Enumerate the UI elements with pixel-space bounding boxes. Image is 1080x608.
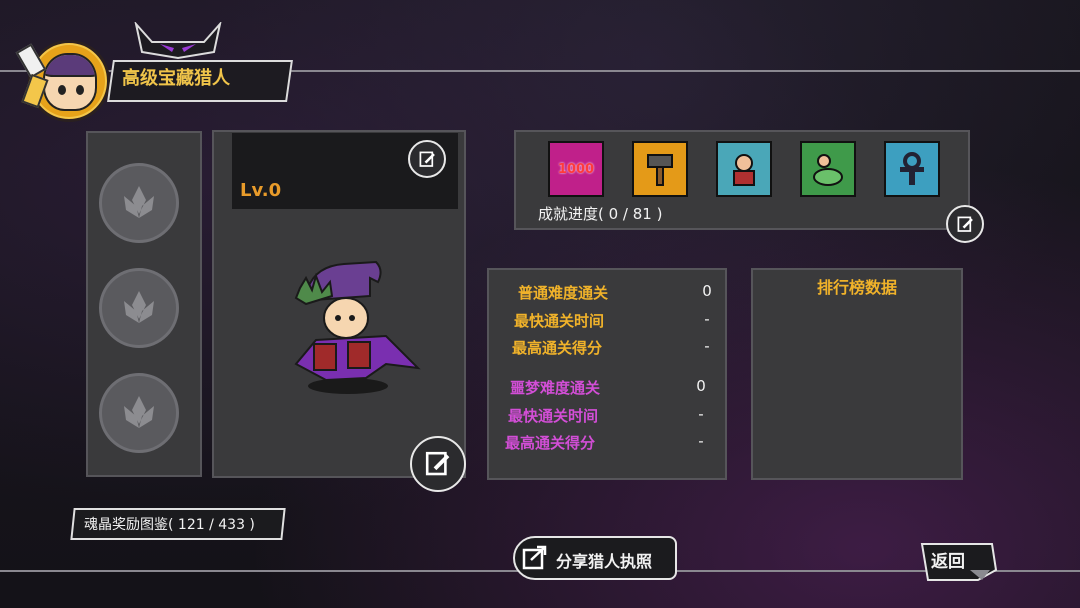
normal-clear-value: 0	[702, 282, 712, 300]
soul-crystal-gallery-text: 魂晶奖励图鉴( 121 / 433 )	[84, 517, 255, 533]
nightmare-fastest-value: -	[698, 405, 704, 423]
hammer-icon[interactable]	[632, 141, 688, 197]
normal-score-value: -	[704, 337, 710, 355]
ankh-icon[interactable]	[884, 141, 940, 197]
normal-fastest-label: 最快通关时间	[514, 312, 605, 330]
edit-icon	[419, 151, 435, 167]
achievement-progress: 成就进度( 0 / 81 )	[538, 205, 663, 223]
hammer-glyph-icon	[647, 154, 673, 186]
hero-character	[294, 260, 421, 394]
back-button-label: 返回	[931, 552, 965, 572]
edit-icon	[426, 452, 450, 476]
normal-fastest-value: -	[704, 310, 710, 328]
edit-appearance-button[interactable]	[410, 436, 466, 492]
nightmare-score-value: -	[698, 432, 704, 450]
lotus-icon	[124, 396, 154, 428]
nightmare-fastest-label: 最快通关时间	[508, 407, 599, 425]
demon-horns-icon	[134, 22, 222, 60]
ranking-title: 排行榜数据	[816, 278, 897, 297]
rune-slot-3[interactable]	[99, 373, 179, 453]
dino-glyph-icon	[813, 154, 843, 186]
ankh-glyph-icon	[900, 152, 924, 185]
page-title: 高级宝藏猎人	[122, 68, 230, 89]
normal-clear-label: 普通难度通关	[518, 284, 609, 302]
edit-icon	[957, 216, 973, 232]
lotus-icon	[124, 291, 154, 323]
rune-slot-1[interactable]	[99, 163, 179, 243]
level-text: Lv.0	[240, 180, 282, 201]
lotus-icon	[124, 186, 154, 218]
fighter-glyph-icon	[733, 154, 755, 186]
nightmare-clear-label: 噩梦难度通关	[510, 379, 601, 397]
edit-name-button[interactable]	[408, 140, 446, 178]
share-icon	[522, 545, 547, 570]
avatar-face	[43, 53, 97, 111]
fighter-icon[interactable]	[716, 141, 772, 197]
rune-slot-2[interactable]	[99, 268, 179, 348]
dinosaur-rider-icon[interactable]	[800, 141, 856, 197]
share-license-label: 分享猎人执照	[556, 552, 653, 571]
nightmare-score-label: 最高通关得分	[505, 434, 596, 452]
nightmare-clear-value: 0	[696, 377, 706, 395]
normal-score-label: 最高通关得分	[512, 339, 603, 357]
ranking-panel	[751, 268, 963, 480]
achievement-edit-button[interactable]	[946, 205, 984, 243]
1000-badge-icon[interactable]: 1000	[548, 141, 604, 197]
